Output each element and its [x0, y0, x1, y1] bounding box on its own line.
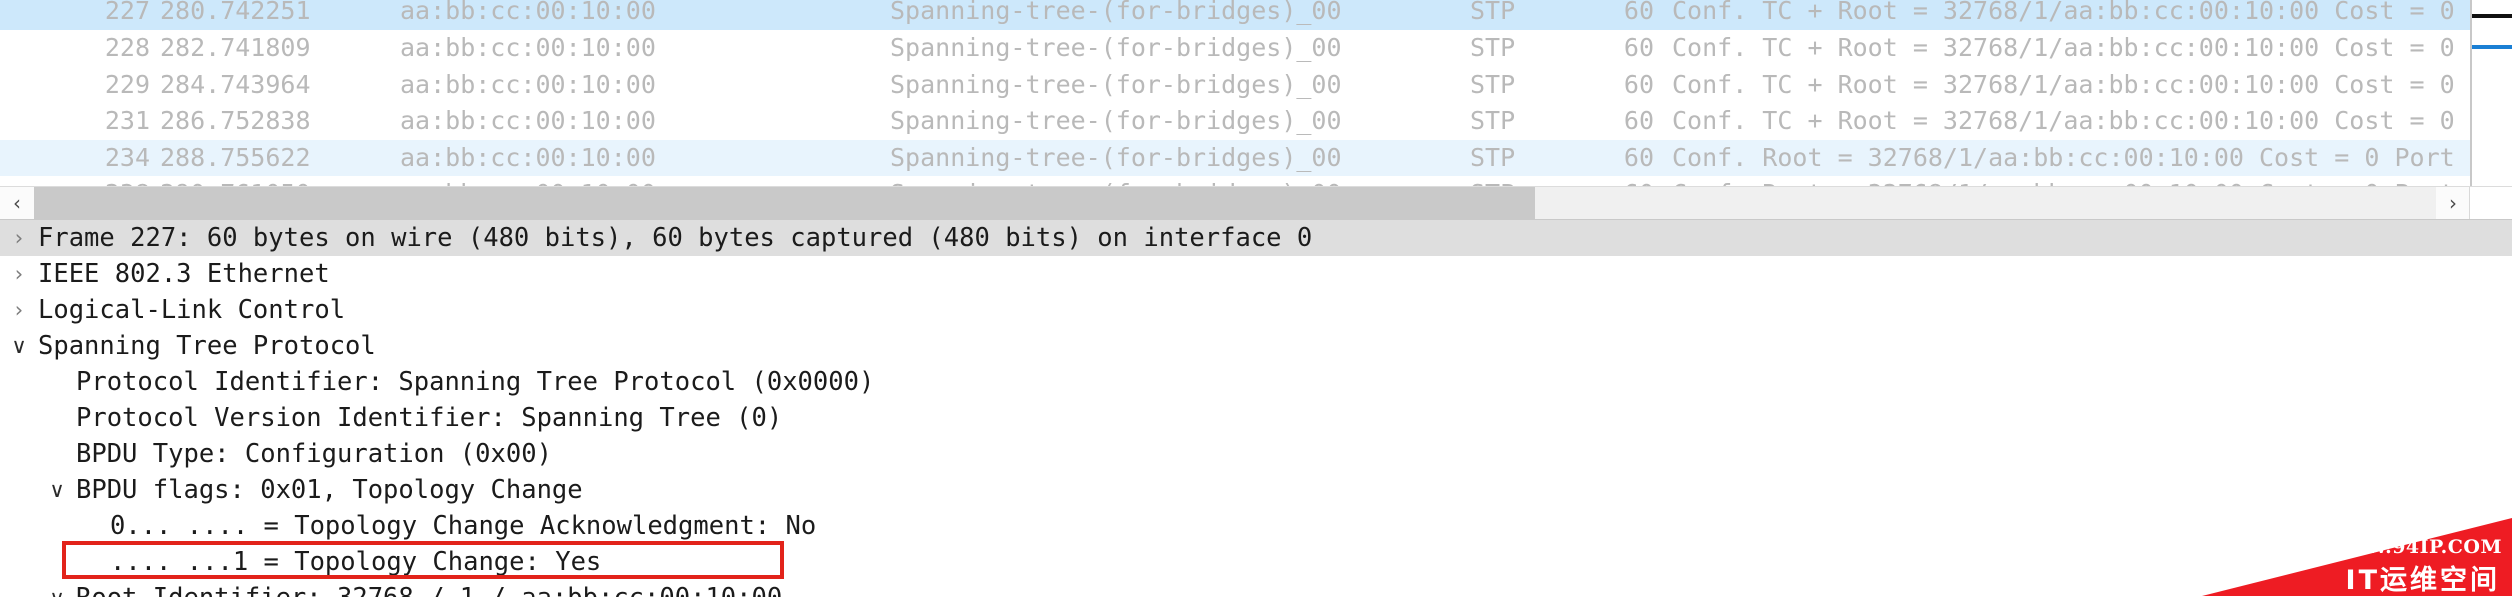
packet-destination: Spanning-tree-(for-bridges)_00: [890, 142, 1342, 172]
packet-source: aa:bb:cc:00:10:00: [400, 69, 656, 99]
packet-info: Conf. TC + Root = 32768/1/aa:bb:cc:00:10…: [1672, 69, 2512, 99]
packet-destination: Spanning-tree-(for-bridges)_00: [890, 0, 1342, 25]
detail-row-bpdu-type[interactable]: BPDU Type: Configuration (0x00): [0, 436, 2512, 472]
packet-details-pane[interactable]: › Frame 227: 60 bytes on wire (480 bits)…: [0, 219, 2512, 597]
detail-row-label: BPDU Type: Configuration (0x00): [76, 439, 552, 469]
detail-row-stp[interactable]: ∨ Spanning Tree Protocol: [0, 328, 2512, 364]
packet-destination: Spanning-tree-(for-bridges)_00: [890, 106, 1342, 135]
detail-row-label: .... ...1 = Topology Change: Yes: [110, 547, 602, 577]
detail-row-label: BPDU flags: 0x01, Topology Change: [76, 475, 583, 505]
detail-row-protocol-identifier[interactable]: Protocol Identifier: Spanning Tree Proto…: [0, 364, 2512, 400]
scrollbar-track[interactable]: [34, 187, 2436, 219]
detail-row-label: Protocol Version Identifier: Spanning Tr…: [76, 403, 783, 433]
scroll-marker-blue: [2472, 45, 2512, 49]
packet-no: 228: [104, 33, 150, 62]
packet-source: aa:bb:cc:00:10:00: [400, 106, 656, 135]
table-row[interactable]: 229 284.743964 aa:bb:cc:00:10:00 Spannin…: [0, 67, 2512, 104]
chevron-down-icon[interactable]: ∨: [8, 328, 30, 364]
detail-row-llc[interactable]: › Logical-Link Control: [0, 292, 2512, 328]
packet-info: Conf. Root = 32768/1/aa:bb:cc:00:10:00 C…: [1672, 142, 2512, 172]
packet-no: 227: [104, 0, 150, 25]
packet-info: Conf. TC + Root = 32768/1/aa:bb:cc:00:10…: [1672, 0, 2512, 25]
packet-no: 234: [104, 142, 150, 172]
packet-time: 284.743964: [160, 69, 311, 99]
detail-row-label: IEEE 802.3 Ethernet: [38, 259, 330, 289]
chevron-down-icon[interactable]: ∨: [46, 472, 68, 508]
detail-row-label: Spanning Tree Protocol: [38, 331, 376, 361]
packet-list-rows: 227 280.742251 aa:bb:cc:00:10:00 Spannin…: [0, 0, 2512, 192]
table-row[interactable]: 228 282.741809 aa:bb:cc:00:10:00 Spannin…: [0, 30, 2512, 67]
packet-length: 60: [1623, 142, 1654, 172]
table-row[interactable]: 234 288.755622 aa:bb:cc:00:10:00 Spannin…: [0, 139, 2512, 176]
table-row[interactable]: 231 286.752838 aa:bb:cc:00:10:00 Spannin…: [0, 103, 2512, 140]
chevron-right-icon[interactable]: ›: [8, 292, 30, 328]
packet-list-pane[interactable]: 227 280.742251 aa:bb:cc:00:10:00 Spannin…: [0, 0, 2512, 192]
detail-row-protocol-version-identifier[interactable]: Protocol Version Identifier: Spanning Tr…: [0, 400, 2512, 436]
table-row[interactable]: 227 280.742251 aa:bb:cc:00:10:00 Spannin…: [0, 0, 2512, 30]
chevron-right-icon[interactable]: ›: [8, 256, 30, 292]
packet-length: 60: [1623, 69, 1654, 99]
detail-row-root-identifier[interactable]: ∨ Root Identifier: 32768 / 1 / aa:bb:cc:…: [0, 580, 2512, 597]
scrollbar-corner: [2469, 187, 2512, 219]
packet-source: aa:bb:cc:00:10:00: [400, 0, 656, 25]
scroll-left-arrow-icon[interactable]: ‹: [0, 187, 34, 219]
detail-row-bpdu-flags[interactable]: ∨ BPDU flags: 0x01, Topology Change: [0, 472, 2512, 508]
packet-list-vertical-scrollbar[interactable]: [2470, 0, 2512, 192]
packet-time: 280.742251: [160, 0, 311, 25]
detail-row-label: Root Identifier: 32768 / 1 / aa:bb:cc:00…: [76, 583, 782, 597]
detail-row-topology-change-ack[interactable]: 0... .... = Topology Change Acknowledgme…: [0, 508, 2512, 544]
detail-row-label: Logical-Link Control: [38, 295, 346, 325]
packet-destination: Spanning-tree-(for-bridges)_00: [890, 69, 1342, 99]
detail-row-label: Frame 227: 60 bytes on wire (480 bits), …: [38, 223, 1313, 253]
packet-protocol: STP: [1470, 0, 1516, 25]
packet-length: 60: [1623, 106, 1654, 135]
detail-row-label: 0... .... = Topology Change Acknowledgme…: [110, 511, 817, 541]
packet-time: 286.752838: [160, 106, 311, 135]
packet-protocol: STP: [1470, 106, 1516, 135]
packet-protocol: STP: [1470, 142, 1516, 172]
detail-row-ethernet[interactable]: › IEEE 802.3 Ethernet: [0, 256, 2512, 292]
packet-protocol: STP: [1470, 33, 1516, 62]
detail-row-label: Protocol Identifier: Spanning Tree Proto…: [76, 367, 875, 397]
chevron-right-icon[interactable]: ›: [8, 220, 30, 256]
packet-info: Conf. TC + Root = 32768/1/aa:bb:cc:00:10…: [1672, 33, 2512, 62]
detail-row-topology-change[interactable]: .... ...1 = Topology Change: Yes: [0, 544, 2512, 580]
packet-info: Conf. TC + Root = 32768/1/aa:bb:cc:00:10…: [1672, 106, 2512, 135]
packet-no: 229: [104, 69, 150, 99]
packet-time: 288.755622: [160, 142, 311, 172]
scroll-right-arrow-icon[interactable]: ›: [2436, 187, 2470, 219]
packet-source: aa:bb:cc:00:10:00: [400, 33, 656, 62]
packet-no: 231: [104, 106, 150, 135]
detail-row-frame[interactable]: › Frame 227: 60 bytes on wire (480 bits)…: [0, 220, 2512, 256]
packet-length: 60: [1623, 0, 1654, 25]
scrollbar-thumb[interactable]: [34, 187, 1535, 219]
packet-list-horizontal-scrollbar[interactable]: ‹ ›: [0, 186, 2512, 220]
packet-protocol: STP: [1470, 69, 1516, 99]
packet-source: aa:bb:cc:00:10:00: [400, 142, 656, 172]
scroll-marker-black: [2472, 14, 2512, 18]
packet-length: 60: [1623, 33, 1654, 62]
packet-destination: Spanning-tree-(for-bridges)_00: [890, 33, 1342, 62]
packet-time: 282.741809: [160, 33, 311, 62]
chevron-down-icon[interactable]: ∨: [46, 580, 68, 597]
